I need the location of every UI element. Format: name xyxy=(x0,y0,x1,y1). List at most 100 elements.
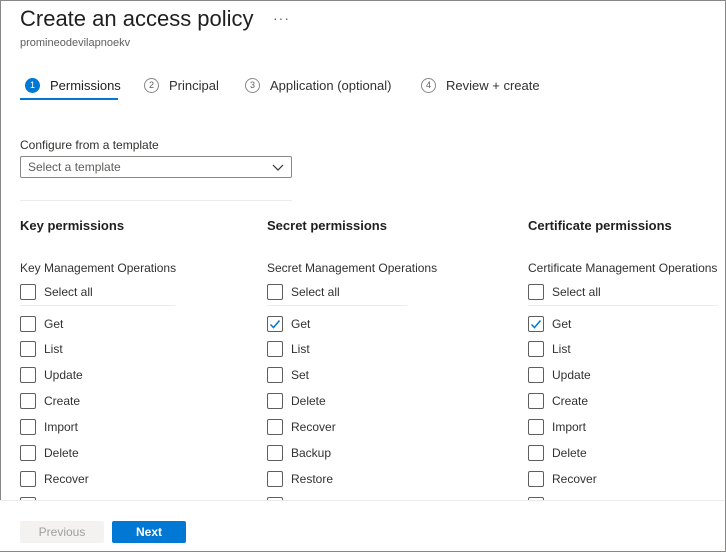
checkbox-label: Recover xyxy=(44,472,89,486)
secret-permissions-title: Secret permissions xyxy=(267,218,387,233)
step-number: 3 xyxy=(245,77,260,93)
step-permissions[interactable]: 1 Permissions xyxy=(25,74,121,96)
checkbox-icon[interactable] xyxy=(267,419,283,435)
checkbox-label: Delete xyxy=(291,394,326,408)
checkbox-icon[interactable] xyxy=(20,393,36,409)
checkbox-label: Update xyxy=(44,368,83,382)
checkbox-secret-get[interactable]: Get xyxy=(267,315,310,333)
step-label: Application (optional) xyxy=(270,77,392,93)
key-permissions-column: Key permissions Key Management Operation… xyxy=(20,218,176,500)
key-management-operations-label: Key Management Operations xyxy=(20,261,177,275)
checkbox-checked-icon[interactable] xyxy=(528,316,544,332)
checkbox-icon[interactable] xyxy=(528,284,544,300)
checkbox-certificate-create[interactable]: Create xyxy=(528,392,588,410)
step-number: 1 xyxy=(25,77,40,93)
secret-permissions-column: Secret permissions Secret Management Ope… xyxy=(267,218,437,500)
certificate-permissions-title: Certificate permissions xyxy=(528,218,672,233)
step-label: Principal xyxy=(169,77,219,93)
checkbox-secret-delete[interactable]: Delete xyxy=(267,392,326,410)
checkbox-secret-list[interactable]: List xyxy=(267,340,310,358)
checkbox-icon[interactable] xyxy=(267,284,283,300)
checkbox-secret-select-all[interactable]: Select all xyxy=(267,283,340,301)
checkbox-certificate-recover[interactable]: Recover xyxy=(528,470,597,488)
checkbox-label: Delete xyxy=(552,446,587,460)
step-principal[interactable]: 2 Principal xyxy=(144,74,219,96)
step-application[interactable]: 3 Application (optional) xyxy=(245,74,391,96)
checkbox-certificate-import[interactable]: Import xyxy=(528,418,586,436)
checkbox-secret-recover[interactable]: Recover xyxy=(267,418,336,436)
checkbox-icon[interactable] xyxy=(267,445,283,461)
checkbox-label: Import xyxy=(552,420,587,434)
checkbox-label: Select all xyxy=(44,285,93,299)
checkbox-label: Set xyxy=(291,368,310,382)
checkbox-secret-set[interactable]: Set xyxy=(267,366,309,384)
checkbox-secret-restore[interactable]: Restore xyxy=(267,470,333,488)
content-area: Create an access policy ··· promineodevi… xyxy=(0,0,724,500)
step-label: Permissions xyxy=(50,77,121,93)
step-label: Review + create xyxy=(446,77,540,93)
checkbox-key-import[interactable]: Import xyxy=(20,418,78,436)
checkbox-icon[interactable] xyxy=(20,367,36,383)
checkbox-key-update[interactable]: Update xyxy=(20,366,83,384)
checkbox-label: Backup xyxy=(291,446,332,460)
checkbox-label: Delete xyxy=(44,446,79,460)
divider xyxy=(20,200,292,201)
checkbox-key-create[interactable]: Create xyxy=(20,392,80,410)
template-placeholder: Select a template xyxy=(28,160,121,174)
checkbox-label: Recover xyxy=(552,472,597,486)
checkbox-secret-backup[interactable]: Backup xyxy=(267,444,331,462)
previous-button: Previous xyxy=(20,521,104,543)
checkbox-key-select-all[interactable]: Select all xyxy=(20,283,93,301)
checkbox-icon[interactable] xyxy=(20,316,36,332)
checkbox-certificate-update[interactable]: Update xyxy=(528,366,591,384)
step-number: 4 xyxy=(421,77,436,93)
step-review-create[interactable]: 4 Review + create xyxy=(421,74,540,96)
checkbox-icon[interactable] xyxy=(528,393,544,409)
checkbox-icon[interactable] xyxy=(267,393,283,409)
checkbox-icon[interactable] xyxy=(267,341,283,357)
template-label: Configure from a template xyxy=(20,138,159,152)
checkbox-key-get[interactable]: Get xyxy=(20,315,63,333)
checkbox-icon[interactable] xyxy=(528,367,544,383)
checkbox-icon[interactable] xyxy=(20,471,36,487)
checkbox-certificate-select-all[interactable]: Select all xyxy=(528,283,601,301)
checkbox-certificate-get[interactable]: Get xyxy=(528,315,571,333)
checkbox-checked-icon[interactable] xyxy=(267,316,283,332)
checkbox-key-delete[interactable]: Delete xyxy=(20,444,79,462)
checkbox-label: List xyxy=(291,342,310,356)
footer-bar: Previous Next xyxy=(0,500,724,551)
checkbox-icon[interactable] xyxy=(528,419,544,435)
checkbox-icon[interactable] xyxy=(267,471,283,487)
checkbox-certificate-delete[interactable]: Delete xyxy=(528,444,587,462)
checkbox-label: List xyxy=(44,342,63,356)
checkbox-icon[interactable] xyxy=(528,471,544,487)
chevron-down-icon xyxy=(272,164,284,171)
checkbox-icon[interactable] xyxy=(20,419,36,435)
checkbox-key-recover[interactable]: Recover xyxy=(20,470,89,488)
step-number: 2 xyxy=(144,77,159,93)
checkbox-label: List xyxy=(552,342,571,356)
checkbox-label: Get xyxy=(291,317,311,331)
template-dropdown[interactable]: Select a template xyxy=(20,156,292,178)
checkbox-certificate-list[interactable]: List xyxy=(528,340,571,358)
divider xyxy=(528,305,718,306)
checkbox-label: Import xyxy=(44,420,79,434)
secret-management-operations-label: Secret Management Operations xyxy=(267,261,438,275)
checkbox-label: Update xyxy=(552,368,591,382)
checkbox-label: Create xyxy=(44,394,81,408)
checkbox-label: Get xyxy=(44,317,64,331)
checkbox-icon[interactable] xyxy=(20,284,36,300)
checkbox-icon[interactable] xyxy=(20,445,36,461)
checkbox-icon[interactable] xyxy=(267,367,283,383)
checkbox-label: Create xyxy=(552,394,589,408)
checkbox-key-list[interactable]: List xyxy=(20,340,63,358)
certificate-management-operations-label: Certificate Management Operations xyxy=(528,261,718,275)
checkbox-label: Select all xyxy=(552,285,601,299)
divider xyxy=(267,305,407,306)
checkbox-icon[interactable] xyxy=(20,341,36,357)
divider xyxy=(20,305,175,306)
more-options-icon[interactable]: ··· xyxy=(273,10,290,26)
checkbox-icon[interactable] xyxy=(528,341,544,357)
next-button[interactable]: Next xyxy=(112,521,186,543)
checkbox-icon[interactable] xyxy=(528,445,544,461)
